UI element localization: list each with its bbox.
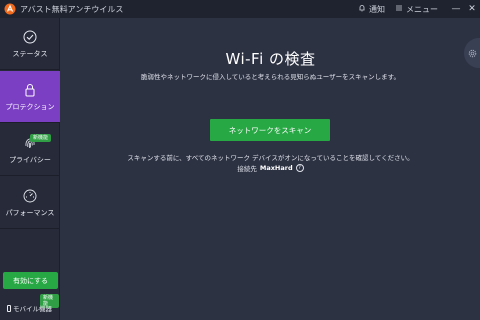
notifications-label: 通知 [369, 4, 385, 14]
minimize-button[interactable]: — [448, 4, 464, 14]
sidebar-item-protection[interactable]: プロテクション [0, 71, 60, 123]
connection-info: 接続先 MaxHard ? [61, 163, 480, 173]
pre-scan-note: スキャンする前に、すべてのネットワーク デバイスがオンになっていることを確認して… [127, 154, 414, 162]
app-title: アバスト無料アンチウイルス [20, 4, 124, 14]
sidebar-item-performance[interactable]: パフォーマンス [0, 177, 60, 229]
phone-icon [7, 304, 11, 312]
avast-logo-icon [4, 3, 16, 15]
sidebar: ステータス プロテクション 新機能 プライバシー パフォーマンス 有効にする 新… [0, 18, 60, 320]
sidebar-item-label: パフォーマンス [5, 208, 55, 217]
menu-label: メニュー [406, 4, 438, 14]
network-name: MaxHard [259, 164, 293, 172]
page-title: Wi-Fi の検査 [225, 50, 316, 68]
connected-prefix: 接続先 [237, 165, 257, 173]
sidebar-item-status[interactable]: ステータス [0, 18, 60, 70]
hamburger-icon [395, 4, 403, 14]
bell-icon [358, 4, 366, 14]
menu-button[interactable]: メニュー [395, 4, 438, 15]
mobile-label: モバイル機器 [13, 305, 52, 313]
main-panel: Wi-Fi の検査 脆弱性やネットワークに侵入していると考えられる見知らぬユーザ… [61, 18, 480, 320]
scan-network-button[interactable]: ネットワークをスキャン [210, 119, 330, 141]
page-description: 脆弱性やネットワークに侵入していると考えられる見知らぬユーザーをスキャンします。 [140, 73, 401, 81]
speedometer-icon [23, 188, 37, 204]
close-button[interactable]: ✕ [464, 4, 480, 14]
sidebar-item-privacy[interactable]: 新機能 プライバシー [0, 124, 60, 176]
lock-icon [24, 82, 36, 98]
sidebar-item-label: プロテクション [5, 102, 55, 111]
sidebar-item-label: ステータス [12, 49, 48, 58]
new-feature-badge: 新機能 [30, 134, 52, 142]
help-icon[interactable]: ? [295, 164, 304, 172]
mobile-devices-link[interactable]: モバイル機器 [7, 303, 52, 313]
check-circle-icon [23, 29, 37, 45]
enable-button[interactable]: 有効にする [3, 272, 58, 289]
sidebar-item-label: プライバシー [9, 155, 51, 164]
notifications-button[interactable]: 通知 [358, 4, 385, 15]
title-bar: アバスト無料アンチウイルス 通知 メニュー — ✕ [0, 0, 480, 18]
